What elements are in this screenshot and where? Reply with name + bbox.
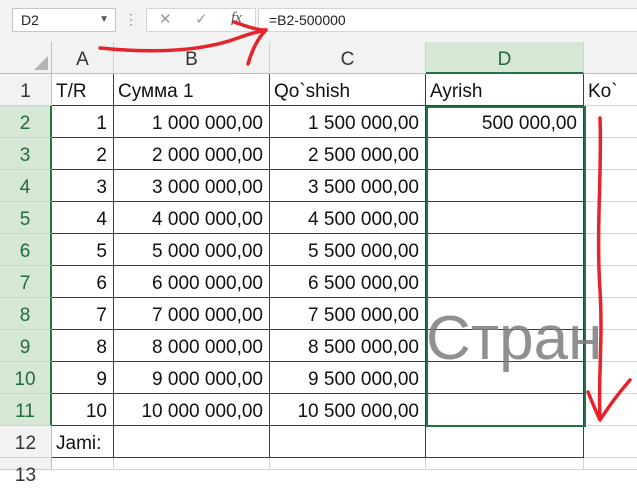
cell-a2[interactable]: 1 xyxy=(52,106,114,138)
cell-b8[interactable]: 7 000 000,00 xyxy=(114,298,270,330)
cell-a8[interactable]: 7 xyxy=(52,298,114,330)
cell-a12[interactable]: Jami: xyxy=(52,426,114,458)
enter-check-icon[interactable]: ✓ xyxy=(195,10,208,28)
cell-d13[interactable] xyxy=(426,458,584,470)
row-header-7[interactable]: 7 xyxy=(0,266,52,298)
cell-e11[interactable] xyxy=(584,394,637,426)
row-header-9[interactable]: 9 xyxy=(0,330,52,362)
cell-c11[interactable]: 10 500 000,00 xyxy=(270,394,426,426)
row-header-5[interactable]: 5 xyxy=(0,202,52,234)
cell-c10[interactable]: 9 500 000,00 xyxy=(270,362,426,394)
row-header-10[interactable]: 10 xyxy=(0,362,52,394)
cell-e3[interactable] xyxy=(584,138,637,170)
cell-a7[interactable]: 6 xyxy=(52,266,114,298)
cell-b3[interactable]: 2 000 000,00 xyxy=(114,138,270,170)
cell-b2[interactable]: 1 000 000,00 xyxy=(114,106,270,138)
cell-a1[interactable]: T/R xyxy=(52,74,114,106)
cell-e6[interactable] xyxy=(584,234,637,266)
cell-a11[interactable]: 10 xyxy=(52,394,114,426)
chevron-down-icon[interactable]: ▼ xyxy=(99,9,109,31)
cancel-icon[interactable]: ✕ xyxy=(159,10,172,28)
row-header-1[interactable]: 1 xyxy=(0,74,52,106)
cell-c2[interactable]: 1 500 000,00 xyxy=(270,106,426,138)
cell-b12[interactable] xyxy=(114,426,270,458)
cell-a3[interactable]: 2 xyxy=(52,138,114,170)
name-box[interactable]: D2 ▼ xyxy=(12,8,116,32)
cell-a6[interactable]: 5 xyxy=(52,234,114,266)
cell-b9[interactable]: 8 000 000,00 xyxy=(114,330,270,362)
cell-d5[interactable] xyxy=(426,202,584,234)
formula-buttons: ✕ ✓ fx xyxy=(146,8,256,32)
cell-b7[interactable]: 6 000 000,00 xyxy=(114,266,270,298)
row-header-13[interactable]: 13 xyxy=(0,458,52,486)
cell-d3[interactable] xyxy=(426,138,584,170)
cell-d1[interactable]: Ayrish xyxy=(426,74,584,106)
formula-text: =B2-500000 xyxy=(269,12,346,28)
cell-a10[interactable]: 9 xyxy=(52,362,114,394)
cell-b13[interactable] xyxy=(114,458,270,470)
row-header-6[interactable]: 6 xyxy=(0,234,52,266)
cell-b5[interactable]: 4 000 000,00 xyxy=(114,202,270,234)
cell-e4[interactable] xyxy=(584,170,637,202)
row-header-2[interactable]: 2 xyxy=(0,106,52,138)
cell-e2[interactable] xyxy=(584,106,637,138)
cell-c4[interactable]: 3 500 000,00 xyxy=(270,170,426,202)
cell-a13[interactable] xyxy=(52,458,114,470)
column-header-e[interactable] xyxy=(584,42,637,74)
cell-e12[interactable] xyxy=(584,426,637,458)
row-header-3[interactable]: 3 xyxy=(0,138,52,170)
cell-c6[interactable]: 5 500 000,00 xyxy=(270,234,426,266)
row-header-8[interactable]: 8 xyxy=(0,298,52,330)
cell-e13[interactable] xyxy=(584,458,637,470)
cell-d7[interactable] xyxy=(426,266,584,298)
column-header-d[interactable]: D xyxy=(426,42,584,74)
column-header-a[interactable]: A xyxy=(52,42,114,74)
row-header-4[interactable]: 4 xyxy=(0,170,52,202)
cell-a4[interactable]: 3 xyxy=(52,170,114,202)
cell-b6[interactable]: 5 000 000,00 xyxy=(114,234,270,266)
cell-c1[interactable]: Qo`shish xyxy=(270,74,426,106)
select-all-corner[interactable] xyxy=(0,42,52,74)
cell-c13[interactable] xyxy=(270,458,426,470)
insert-function-icon[interactable]: fx xyxy=(231,10,242,27)
formula-bar: D2 ▼ ⋮ ✕ ✓ fx =B2-500000 xyxy=(0,0,637,42)
cell-c3[interactable]: 2 500 000,00 xyxy=(270,138,426,170)
drag-handle-icon[interactable]: ⋮ xyxy=(124,10,138,28)
cell-c8[interactable]: 7 500 000,00 xyxy=(270,298,426,330)
cell-b4[interactable]: 3 000 000,00 xyxy=(114,170,270,202)
cell-a5[interactable]: 4 xyxy=(52,202,114,234)
cell-c5[interactable]: 4 500 000,00 xyxy=(270,202,426,234)
cell-b1[interactable]: Сумма 1 xyxy=(114,74,270,106)
cell-d2[interactable]: 500 000,00 xyxy=(426,106,584,138)
name-box-value: D2 xyxy=(21,12,39,28)
cell-b10[interactable]: 9 000 000,00 xyxy=(114,362,270,394)
cell-d12[interactable] xyxy=(426,426,584,458)
cell-c7[interactable]: 6 500 000,00 xyxy=(270,266,426,298)
column-header-b[interactable]: B xyxy=(114,42,270,74)
column-header-c[interactable]: C xyxy=(270,42,426,74)
cell-d6[interactable] xyxy=(426,234,584,266)
cell-c12[interactable] xyxy=(270,426,426,458)
cell-c9[interactable]: 8 500 000,00 xyxy=(270,330,426,362)
row-header-12[interactable]: 12 xyxy=(0,426,52,458)
cell-e5[interactable] xyxy=(584,202,637,234)
formula-input[interactable]: =B2-500000 xyxy=(258,8,637,32)
row-header-11[interactable]: 11 xyxy=(0,394,52,426)
cell-e7[interactable] xyxy=(584,266,637,298)
page-watermark: Стран xyxy=(426,304,603,373)
cell-b11[interactable]: 10 000 000,00 xyxy=(114,394,270,426)
cell-a9[interactable]: 8 xyxy=(52,330,114,362)
cell-d11[interactable] xyxy=(426,394,584,426)
cell-d4[interactable] xyxy=(426,170,584,202)
cell-e1[interactable]: Ko` xyxy=(584,74,637,106)
